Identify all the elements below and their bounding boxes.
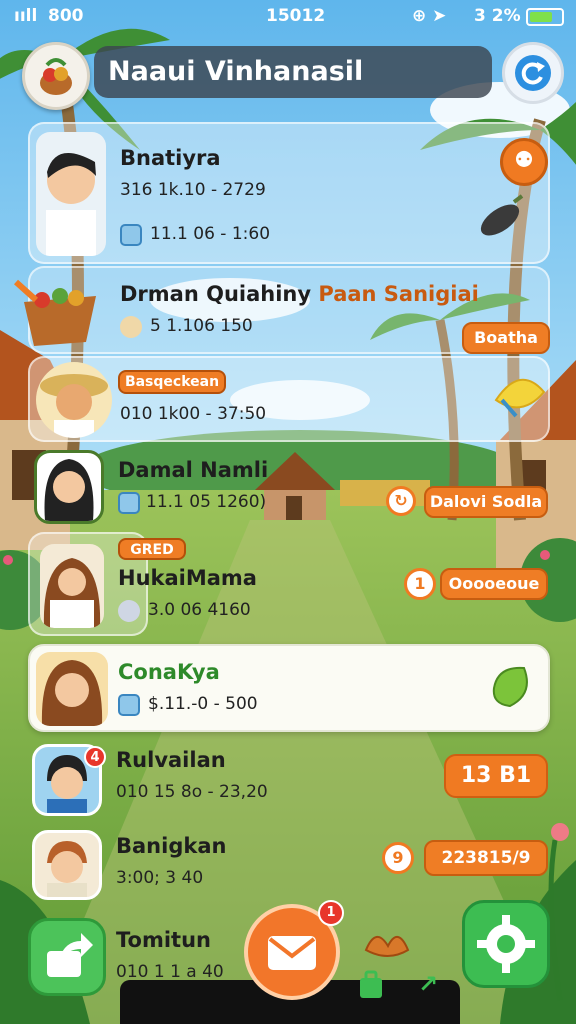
action-button[interactable]: 223815/9: [424, 840, 548, 876]
action-button[interactable]: Boatha: [462, 322, 550, 354]
avatar: [36, 652, 108, 726]
jar-icon: [118, 694, 140, 716]
contact-detail: 11.1 05 1260): [146, 492, 267, 512]
refresh-button[interactable]: [502, 42, 564, 104]
count-badge: 1: [404, 568, 436, 600]
page-title: Naaui Vinhanasil: [94, 46, 492, 98]
notification-badge: 4: [84, 746, 106, 768]
contact-detail: 11.1 06 - 1:60: [150, 224, 271, 244]
contact-time: 010 1k00 - 37:50: [120, 404, 267, 424]
location-icon: ⊕ ➤: [412, 6, 447, 26]
action-button[interactable]: Dalovi Sodla: [424, 486, 548, 518]
avatar: [36, 132, 106, 256]
contact-detail: 3.0 06 4160: [148, 600, 251, 620]
bag-icon[interactable]: [356, 970, 386, 1000]
count-badge: 9: [382, 842, 414, 874]
lemon-icon: [492, 370, 548, 420]
contact-name: Bnatiyra: [120, 146, 221, 170]
arrow-icon[interactable]: ↗: [418, 970, 446, 998]
cube-icon: [120, 224, 142, 246]
contact-card[interactable]: Bnatiyra 316 1k.10 - 2729 11.1 06 - 1:60…: [28, 122, 550, 264]
bread-icon: [120, 316, 142, 338]
contact-name-group: Drman Quiahiny Paan Sanigiai: [120, 282, 479, 306]
contact-name: ConaKya: [118, 660, 220, 684]
contact-detail: 010 1 1 a 40: [116, 962, 224, 982]
avatar: [32, 830, 102, 900]
contact-name: HukaiMama: [118, 566, 257, 590]
avatar: [36, 362, 112, 438]
leaves-icon: [362, 924, 412, 962]
status-bar: ııll 800 15012 ⊕ ➤ 3 2%: [0, 0, 576, 34]
refresh-small-icon[interactable]: ↻: [386, 486, 416, 516]
contact-name: Rulvailan: [116, 748, 226, 772]
battery-label: 3 2%: [474, 6, 521, 26]
mail-badge: 1: [318, 900, 344, 926]
fruit-basket-logo-icon[interactable]: [22, 42, 90, 110]
clock: 15012: [266, 6, 326, 26]
settings-button[interactable]: [462, 900, 550, 988]
contact-detail: 3:00; 3 40: [116, 868, 204, 888]
avatar: [34, 450, 104, 524]
gear-small-icon: [118, 600, 140, 622]
contact-name: Tomitun: [116, 928, 211, 952]
contact-name-highlight: Paan Sanigiai: [318, 282, 479, 306]
contact-detail: 5 1.106 150: [150, 316, 253, 336]
contact-name: Damal Namli: [118, 458, 269, 482]
share-button[interactable]: [28, 918, 106, 996]
share-icon: [47, 933, 93, 977]
leaf-icon[interactable]: [488, 664, 536, 710]
vegetable-basket-icon: [12, 272, 108, 352]
contact-detail: $.11.-0 - 500: [148, 694, 258, 714]
contact-time: 316 1k.10 - 2729: [120, 180, 266, 200]
eggplant-icon: [476, 192, 526, 240]
jar-icon: [118, 492, 140, 514]
person-action-icon[interactable]: ⚉: [500, 138, 548, 186]
contact-name: Drman Quiahiny: [120, 282, 312, 306]
contact-name: Banigkan: [116, 834, 227, 858]
action-button[interactable]: 13 B1: [444, 754, 548, 798]
refresh-icon: [515, 55, 551, 91]
contact-card-selected[interactable]: ConaKya $.11.-0 - 500: [28, 644, 550, 732]
action-button[interactable]: Ooooeoue: [440, 568, 548, 600]
status-badge: Basqeckean: [118, 370, 226, 394]
signal-icon: ııll: [14, 6, 38, 26]
contact-detail: 010 15 8o - 23,20: [116, 782, 268, 802]
carrier-label: 800: [48, 6, 84, 26]
contact-card[interactable]: Drman Quiahiny Paan Sanigiai 5 1.106 150…: [13, 266, 550, 354]
gear-icon: [477, 915, 535, 973]
avatar: [40, 544, 104, 628]
contact-card[interactable]: Basqeckean 010 1k00 - 37:50: [28, 356, 550, 442]
status-badge: GRED: [118, 538, 186, 560]
battery-icon: [526, 8, 564, 26]
